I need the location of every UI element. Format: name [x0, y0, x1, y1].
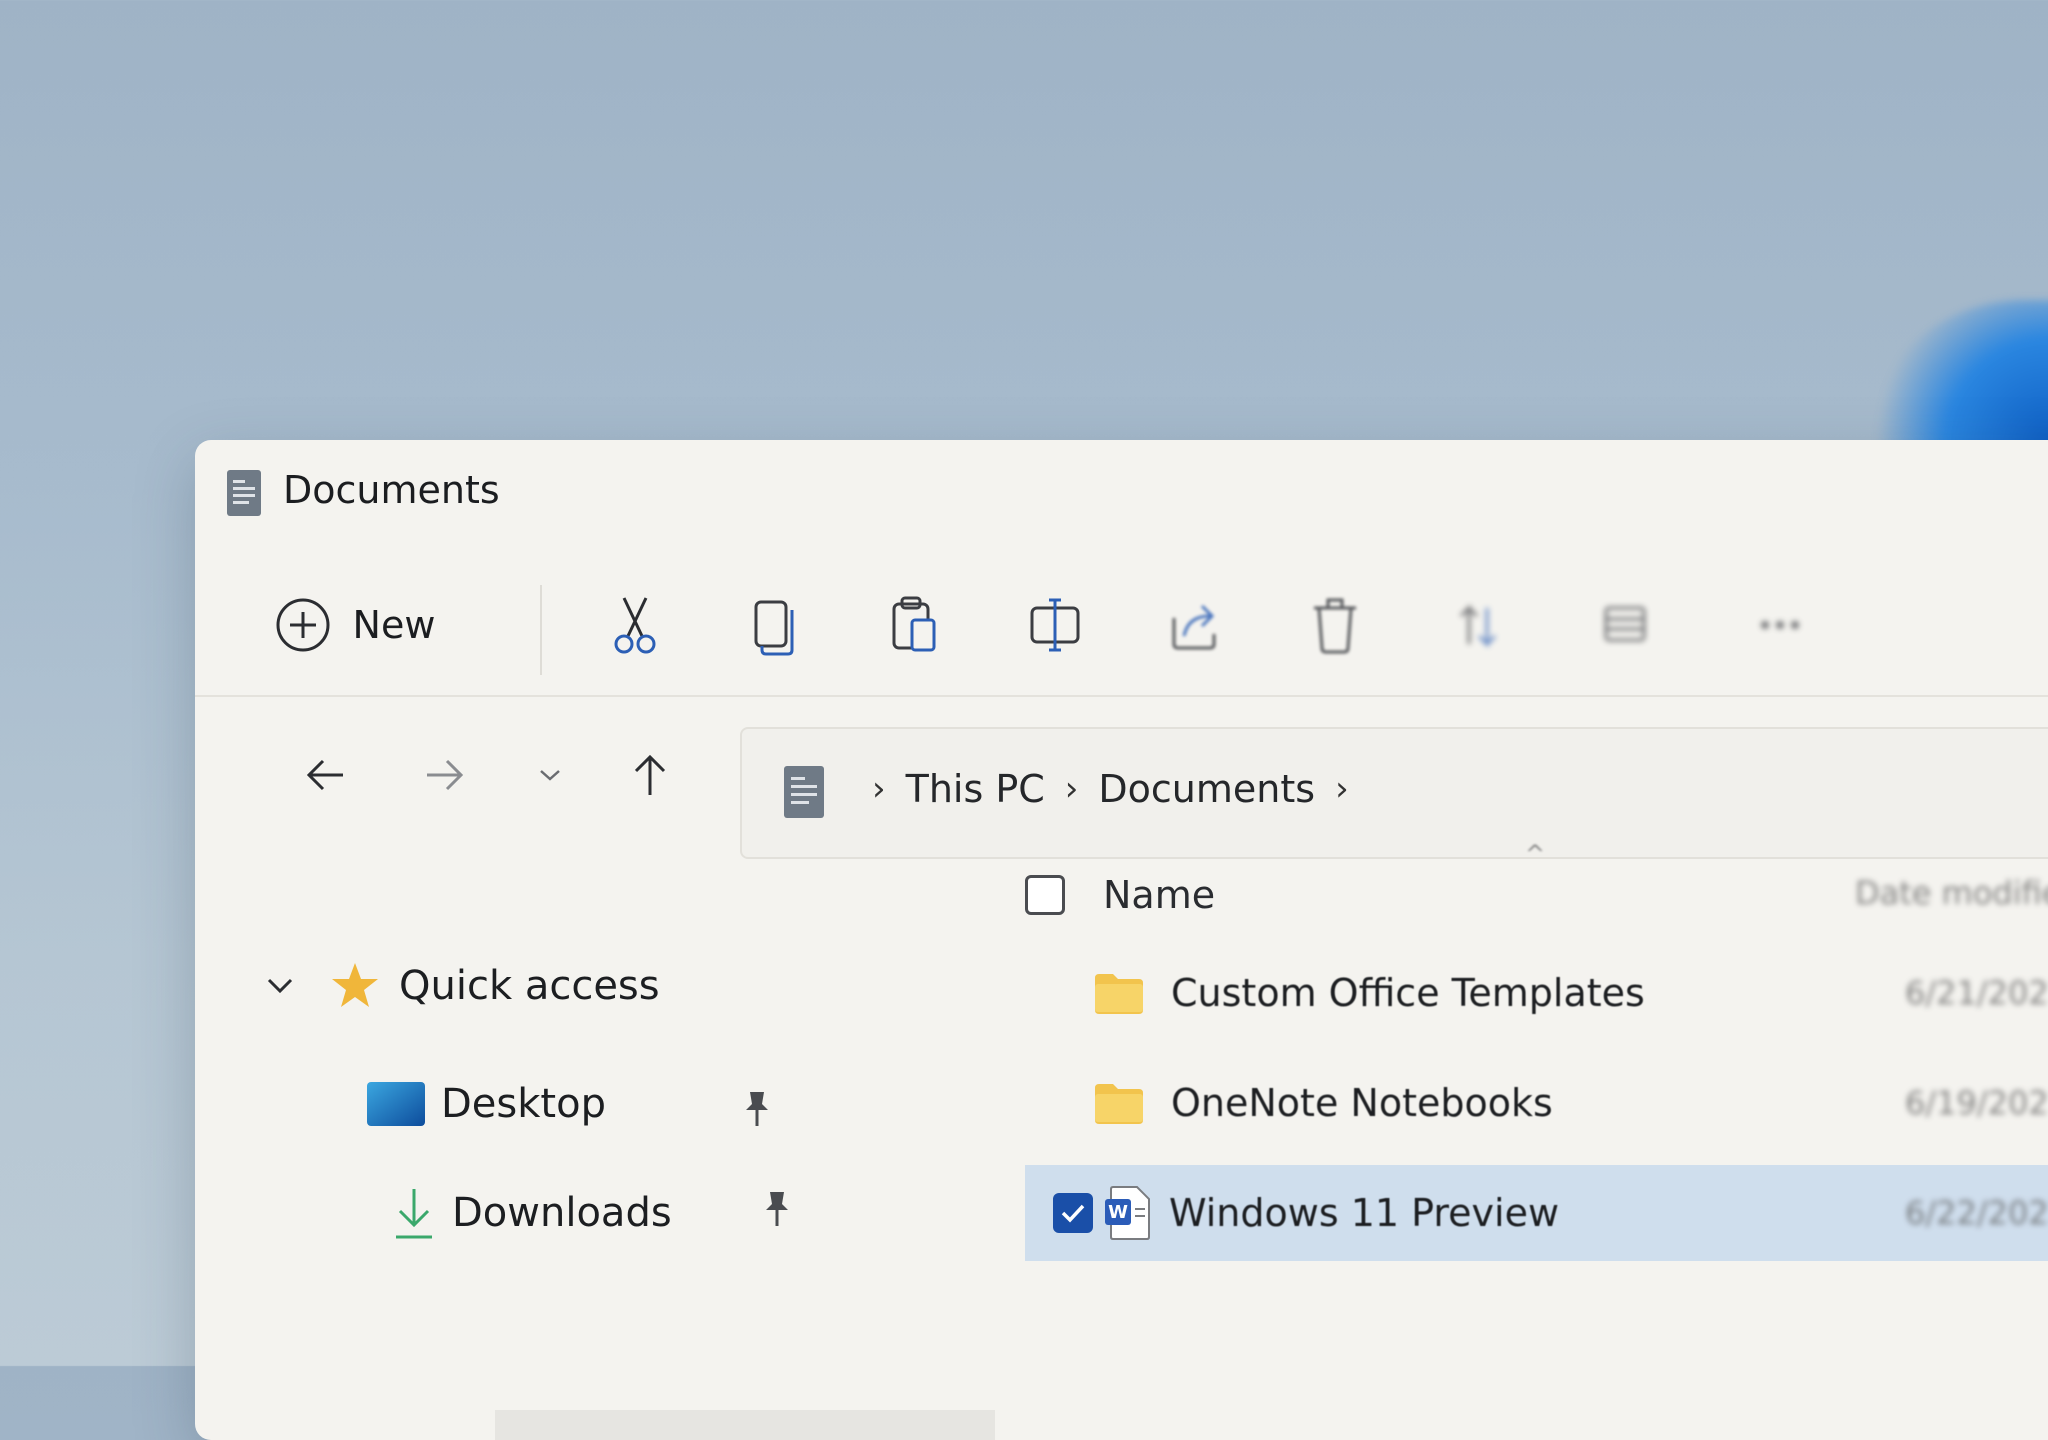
back-button[interactable]: [290, 745, 360, 805]
cut-icon: [614, 597, 656, 654]
file-date: 6/19/2021: [1905, 1084, 2048, 1122]
column-header-date[interactable]: Date modified: [1855, 874, 2048, 912]
star-icon: [332, 963, 378, 1007]
navigation-pane: Quick access Desktop Downloads: [195, 840, 995, 1440]
paste-icon: [892, 596, 936, 652]
new-button-label: New: [352, 603, 436, 647]
up-button[interactable]: [615, 745, 685, 805]
chevron-right-icon: ›: [1064, 769, 1079, 809]
documents-icon: [227, 470, 261, 516]
column-header-row: Name ^ Date modified: [1025, 840, 2048, 930]
sidebar-item-desktop[interactable]: Desktop: [365, 1080, 606, 1128]
share-button[interactable]: [1155, 590, 1235, 660]
paste-button[interactable]: [875, 590, 955, 660]
file-list: Name ^ Date modified Custom Office Templ…: [1025, 840, 2048, 1440]
file-name: Windows 11 Preview: [1169, 1191, 1560, 1235]
pin-icon[interactable]: [760, 1188, 794, 1228]
window-title: Documents: [283, 468, 500, 512]
chevron-right-icon: ›: [872, 769, 886, 809]
file-row[interactable]: Custom Office Templates 6/21/2021: [1025, 945, 2048, 1041]
checkmark-icon: [1061, 1204, 1085, 1223]
arrow-right-icon: [427, 759, 464, 791]
title-bar[interactable]: Documents: [195, 440, 2048, 550]
sidebar-item-highlight: [495, 1410, 995, 1440]
breadcrumb-documents[interactable]: Documents: [1098, 767, 1315, 811]
word-document-icon: W: [1105, 1186, 1150, 1240]
svg-text:W: W: [1108, 1202, 1128, 1223]
copy-icon: [754, 600, 794, 656]
sidebar-item-downloads[interactable]: Downloads: [390, 1185, 672, 1241]
chevron-right-icon[interactable]: ›: [1335, 769, 1349, 809]
plus-circle-icon: [276, 598, 330, 652]
arrow-up-icon: [634, 754, 666, 795]
breadcrumb: › This PC › Documents ›: [852, 767, 1369, 811]
file-row-selected[interactable]: W Windows 11 Preview 6/22/2021: [1025, 1165, 2048, 1261]
folder-icon: [1095, 974, 1143, 1014]
file-row[interactable]: OneNote Notebooks 6/19/2021: [1025, 1055, 2048, 1151]
arrow-left-icon: [306, 759, 343, 791]
view-icon: [1604, 606, 1646, 642]
more-button[interactable]: [1740, 590, 1820, 660]
more-icon: [1761, 621, 1799, 629]
cut-button[interactable]: [595, 590, 675, 660]
folder-icon: [1095, 1084, 1143, 1124]
chevron-down-icon: [540, 770, 560, 781]
select-all-checkbox[interactable]: [1025, 875, 1065, 915]
command-bar: New: [195, 550, 2048, 697]
share-icon: [1172, 604, 1216, 650]
file-name: OneNote Notebooks: [1171, 1081, 1553, 1125]
file-date: 6/21/2021: [1905, 974, 2048, 1012]
file-explorer-window: Documents New › This PC › Documents › Qu…: [195, 440, 2048, 1440]
breadcrumb-this-pc[interactable]: This PC: [906, 767, 1045, 811]
recent-locations-button[interactable]: [515, 745, 585, 805]
file-date: 6/22/2021: [1905, 1194, 2048, 1232]
forward-button[interactable]: [410, 745, 480, 805]
command-separator: [540, 585, 542, 675]
desktop-icon: [367, 1082, 425, 1126]
copy-button[interactable]: [735, 590, 815, 660]
download-icon: [396, 1189, 432, 1239]
view-button[interactable]: [1585, 590, 1665, 660]
sort-ascending-icon: ^: [1525, 840, 1546, 868]
delete-button[interactable]: [1295, 590, 1375, 660]
documents-icon: [784, 766, 824, 818]
row-checkbox[interactable]: [1053, 1193, 1093, 1233]
sidebar-item-label: Downloads: [452, 1190, 672, 1236]
navigation-row: › This PC › Documents ›: [195, 705, 2048, 859]
file-name: Custom Office Templates: [1171, 971, 1645, 1015]
new-button[interactable]: New: [255, 590, 455, 660]
pin-icon[interactable]: [740, 1088, 774, 1128]
sort-button[interactable]: [1440, 590, 1520, 660]
rename-icon: [1030, 598, 1080, 652]
rename-button[interactable]: [1015, 590, 1095, 660]
column-header-name[interactable]: Name: [1103, 873, 1215, 917]
sidebar-item-label: Quick access: [399, 963, 660, 1009]
sidebar-item-label: Desktop: [441, 1081, 606, 1127]
sidebar-item-quick-access[interactable]: Quick access: [265, 960, 660, 1012]
sort-icon: [1459, 604, 1497, 648]
chevron-down-icon: [267, 978, 293, 994]
delete-icon: [1314, 598, 1356, 654]
